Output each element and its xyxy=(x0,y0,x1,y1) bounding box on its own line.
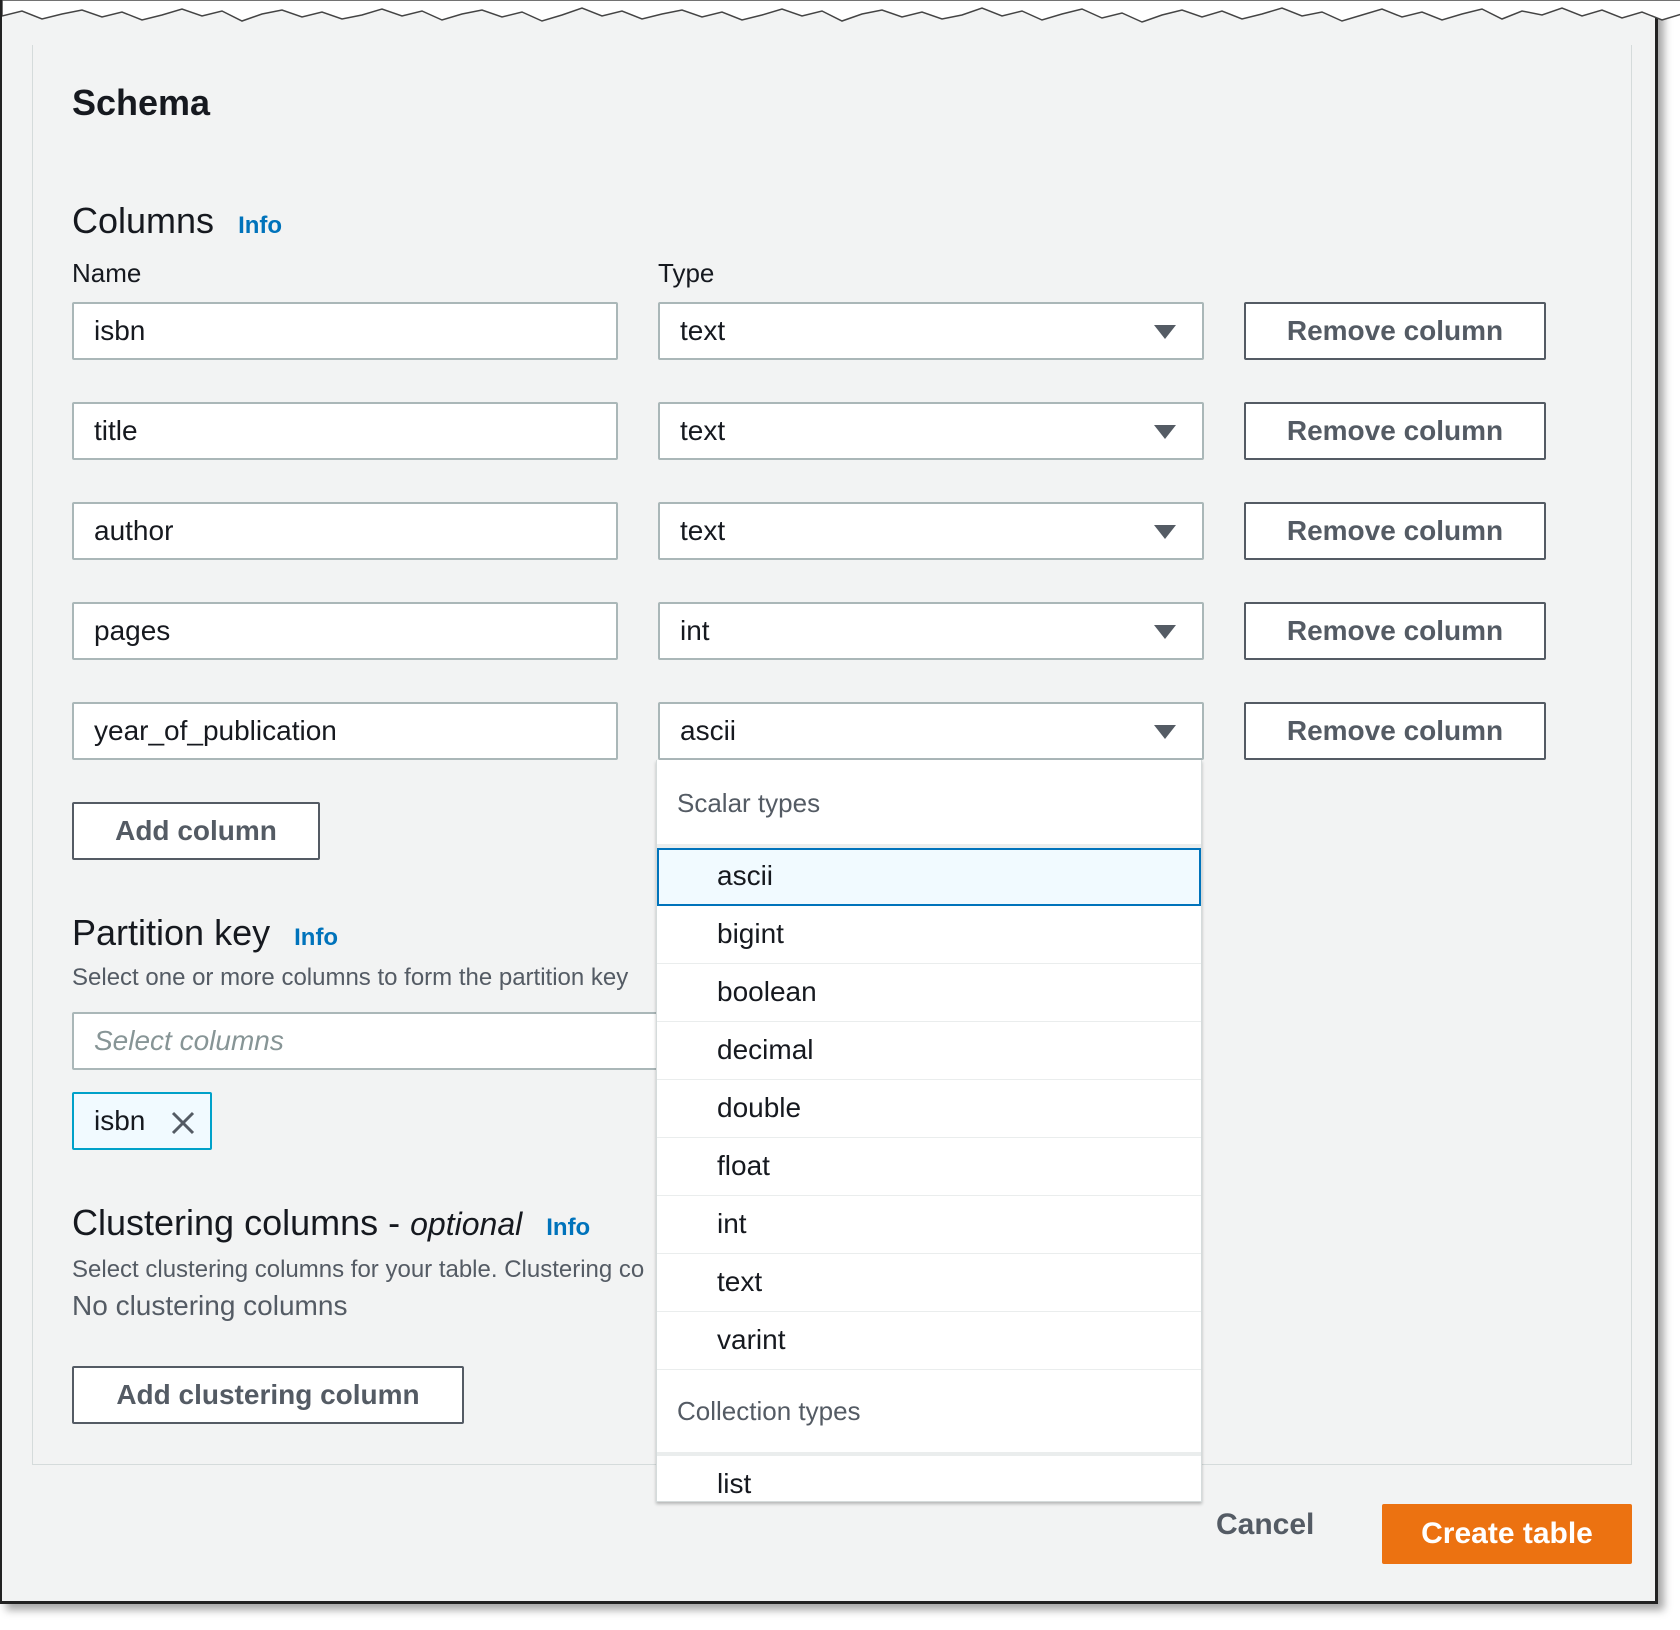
columns-info-link[interactable]: Info xyxy=(238,212,282,239)
columns-heading: Columns Info xyxy=(72,200,282,242)
column-type-value: int xyxy=(680,615,710,646)
column-type-value: text xyxy=(680,315,726,346)
token-label: isbn xyxy=(94,1105,146,1136)
column-name-input[interactable]: pages xyxy=(72,602,618,660)
caret-down-icon xyxy=(1154,525,1176,539)
remove-column-button[interactable]: Remove column xyxy=(1244,302,1546,360)
caret-down-icon xyxy=(1154,425,1176,439)
screenshot-frame: Schema Columns Info Name Type isbn text … xyxy=(0,0,1680,1604)
type-option-decimal[interactable]: decimal xyxy=(657,1022,1201,1080)
partition-key-description: Select one or more columns to form the p… xyxy=(72,964,629,991)
column-type-value: ascii xyxy=(680,715,737,746)
type-option-double[interactable]: double xyxy=(657,1080,1201,1138)
type-option-varint[interactable]: varint xyxy=(657,1312,1201,1370)
partition-key-multiselect[interactable]: Select columns xyxy=(72,1012,672,1070)
torn-edge xyxy=(2,0,1680,23)
remove-column-button[interactable]: Remove column xyxy=(1244,602,1546,660)
type-option-boolean[interactable]: boolean xyxy=(657,964,1201,1022)
column-type-select[interactable]: text xyxy=(658,402,1204,460)
column-type-select-open[interactable]: ascii xyxy=(658,702,1204,760)
column-name-input[interactable]: author xyxy=(72,502,618,560)
caret-down-icon xyxy=(1154,625,1176,639)
type-option-text[interactable]: text xyxy=(657,1254,1201,1312)
clustering-heading: Clustering columns - optional Info xyxy=(72,1202,590,1244)
clustering-empty-text: No clustering columns xyxy=(72,1290,348,1321)
caret-down-icon xyxy=(1154,725,1176,739)
add-clustering-column-button[interactable]: Add clustering column xyxy=(72,1366,464,1424)
partition-key-heading: Partition key Info xyxy=(72,912,338,954)
create-table-button[interactable]: Create table xyxy=(1382,1504,1632,1564)
column-name-input[interactable]: isbn xyxy=(72,302,618,360)
type-dropdown-menu: Scalar types ascii bigint boolean decima… xyxy=(656,760,1202,1502)
caret-down-icon xyxy=(1154,325,1176,339)
schema-title: Schema xyxy=(72,82,211,123)
partition-key-token: isbn xyxy=(72,1092,212,1150)
partition-key-info-link[interactable]: Info xyxy=(294,924,338,951)
type-option-float[interactable]: float xyxy=(657,1138,1201,1196)
remove-column-button[interactable]: Remove column xyxy=(1244,702,1546,760)
clustering-heading-optional: optional xyxy=(410,1206,523,1242)
cancel-button[interactable]: Cancel xyxy=(1216,1508,1314,1542)
add-column-button[interactable]: Add column xyxy=(72,802,320,860)
clustering-description: Select clustering columns for your table… xyxy=(72,1256,645,1283)
remove-column-button[interactable]: Remove column xyxy=(1244,502,1546,560)
column-name-input[interactable]: title xyxy=(72,402,618,460)
type-option-list[interactable]: list xyxy=(657,1456,1201,1501)
close-icon[interactable] xyxy=(170,1110,196,1136)
partition-key-placeholder: Select columns xyxy=(94,1025,284,1056)
type-label: Type xyxy=(658,258,715,288)
column-type-select[interactable]: int xyxy=(658,602,1204,660)
column-type-select[interactable]: text xyxy=(658,502,1204,560)
clustering-info-link[interactable]: Info xyxy=(546,1214,590,1241)
partition-key-heading-text: Partition key xyxy=(72,912,271,953)
column-name-input[interactable]: year_of_publication xyxy=(72,702,618,760)
collection-types-label: Collection types xyxy=(677,1396,861,1426)
clustering-heading-text: Clustering columns - xyxy=(72,1202,411,1243)
name-label: Name xyxy=(72,258,142,288)
remove-column-button[interactable]: Remove column xyxy=(1244,402,1546,460)
column-type-select[interactable]: text xyxy=(658,302,1204,360)
columns-heading-text: Columns xyxy=(72,200,215,241)
type-option-bigint[interactable]: bigint xyxy=(657,906,1201,964)
column-type-value: text xyxy=(680,415,726,446)
column-type-value: text xyxy=(680,515,726,546)
type-option-ascii[interactable]: ascii xyxy=(657,848,1201,906)
type-option-int[interactable]: int xyxy=(657,1196,1201,1254)
scalar-types-label: Scalar types xyxy=(677,788,821,818)
